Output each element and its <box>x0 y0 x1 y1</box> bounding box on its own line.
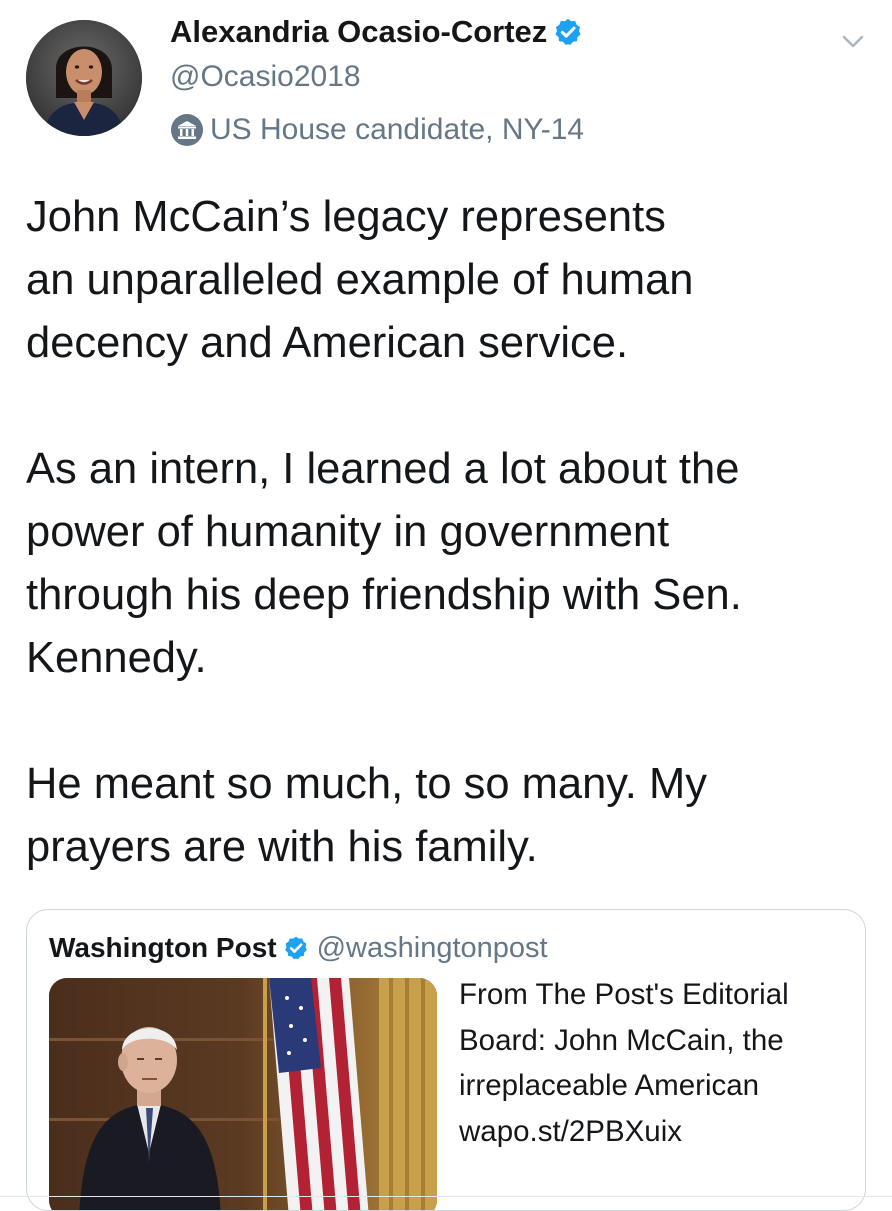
avatar-photo <box>26 20 142 136</box>
author-name-row[interactable]: Alexandria Ocasio-Cortez <box>170 12 583 52</box>
tweet-paragraph: As an intern, I learned a lot about the … <box>26 445 742 682</box>
quoted-tweet-header: Washington Post @washingtonpost <box>49 928 548 968</box>
author-name[interactable]: Alexandria Ocasio-Cortez <box>170 14 547 50</box>
verified-badge-icon <box>284 936 307 960</box>
account-label-text: US House candidate, NY-14 <box>210 113 585 146</box>
quoted-link[interactable]: wapo.st/2PBXuix <box>459 1109 859 1155</box>
avatar[interactable] <box>26 20 142 136</box>
quoted-tweet-image[interactable] <box>49 978 437 1210</box>
quoted-tweet-text: From The Post's Editorial Board: John Mc… <box>459 972 859 1154</box>
quoted-author-handle: @washingtonpost <box>316 931 548 964</box>
quoted-text-line: From The Post's Editorial <box>459 978 789 1011</box>
chevron-down-icon[interactable] <box>838 26 868 56</box>
author-handle[interactable]: @Ocasio2018 <box>170 60 361 94</box>
quoted-text-line: Board: John McCain, the <box>459 1023 784 1057</box>
verified-badge-icon <box>555 18 581 45</box>
tweet-text: John McCain’s legacy represents an unpar… <box>26 186 876 879</box>
photo-image <box>49 978 437 1210</box>
quoted-text-line: irreplaceable American <box>459 1069 760 1102</box>
tweet-paragraph: John McCain’s legacy represents an unpar… <box>26 193 694 367</box>
divider <box>0 1196 892 1197</box>
account-label: US House candidate, NY-14 <box>170 110 584 150</box>
tweet-paragraph: He meant so much, to so many. My prayers… <box>26 760 707 871</box>
government-building-icon <box>171 114 203 146</box>
quoted-author-name: Washington Post <box>49 932 277 963</box>
quoted-tweet-card[interactable]: Washington Post @washingtonpost From The… <box>26 909 866 1211</box>
